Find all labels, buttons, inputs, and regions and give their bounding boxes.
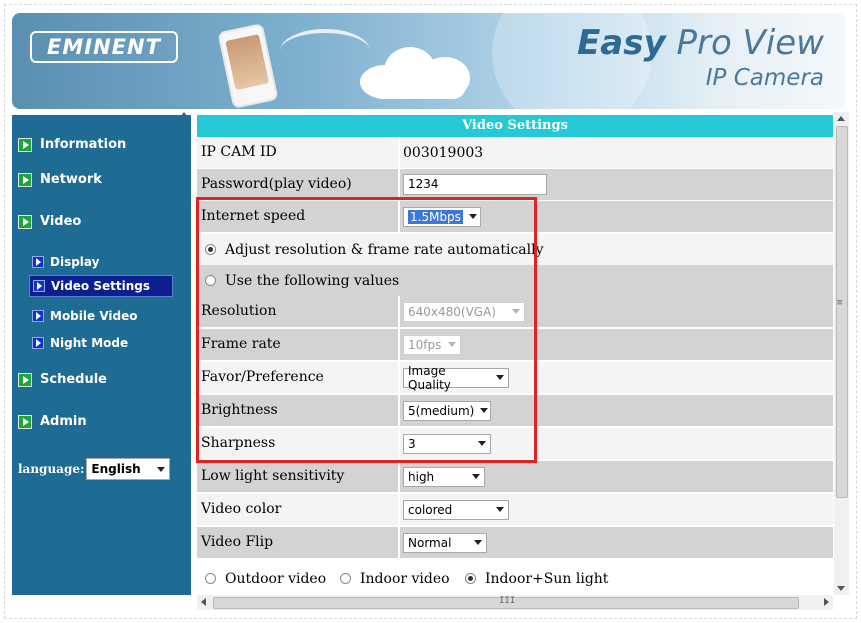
sidebar-subitem-night-mode[interactable]: Night Mode xyxy=(29,332,173,354)
row-password: Password(play video) 1234 xyxy=(197,169,833,200)
play-arrow-icon xyxy=(32,256,44,268)
ip-cam-id-value: 003019003 xyxy=(403,144,484,161)
video-color-select[interactable]: colored xyxy=(403,499,509,520)
chevron-down-icon xyxy=(468,214,477,219)
scroll-right-icon[interactable] xyxy=(824,598,829,606)
resolution-label: Resolution xyxy=(201,303,277,319)
brightness-select[interactable]: 5(medium) xyxy=(403,400,491,421)
language-select[interactable]: English xyxy=(86,458,171,480)
row-environment: Outdoor video Indoor video Indoor+Sun li… xyxy=(197,563,833,594)
row-sharpness: Sharpness 3 xyxy=(197,428,833,459)
browser-frame: EMINENT Easy Pro View IP Camera Informat… xyxy=(0,0,861,623)
row-resolution: Resolution 640x480(VGA) xyxy=(197,296,833,327)
scroll-up-icon[interactable] xyxy=(837,116,845,121)
manual-values-radio[interactable] xyxy=(205,275,216,286)
sharpness-label: Sharpness xyxy=(201,435,276,451)
chevron-down-icon xyxy=(472,474,480,479)
row-favor: Favor/Preference Image Quality xyxy=(197,362,833,393)
auto-adjust-label: Adjust resolution & frame rate automatic… xyxy=(225,241,544,258)
indoor-radio[interactable] xyxy=(340,573,351,584)
scroll-down-icon[interactable] xyxy=(837,586,845,591)
sidebar-subitem-display[interactable]: Display xyxy=(29,251,173,273)
sidebar-subitem-video-settings[interactable]: Video Settings xyxy=(29,275,173,297)
video-settings-panel: Video Settings IP CAM ID 003019003 Passw… xyxy=(197,115,833,595)
chevron-down-icon xyxy=(157,466,166,472)
sidebar-item-information[interactable]: Information xyxy=(18,137,126,152)
language-row: language: English xyxy=(18,458,171,480)
play-arrow-icon xyxy=(32,310,44,322)
smartphone-icon xyxy=(217,23,279,109)
sidebar: Information Network Video Display Video … xyxy=(12,115,191,595)
chevron-down-icon xyxy=(496,375,504,380)
frame-rate-select[interactable]: 10fps xyxy=(403,334,461,355)
auto-adjust-radio[interactable] xyxy=(205,244,216,255)
play-arrow-icon xyxy=(18,172,32,187)
ip-cam-id-label: IP CAM ID xyxy=(201,144,277,160)
eminent-logo: EMINENT xyxy=(30,31,178,63)
vertical-grip: ≡ xyxy=(837,298,843,308)
indoor-sun-label: Indoor+Sun light xyxy=(485,570,609,587)
play-arrow-icon xyxy=(18,214,32,229)
favor-select[interactable]: Image Quality xyxy=(403,364,509,392)
brightness-label: Brightness xyxy=(201,402,278,418)
vertical-scroll-thumb[interactable] xyxy=(836,126,848,498)
favor-label: Favor/Preference xyxy=(201,369,324,385)
panel-title: Video Settings xyxy=(197,115,833,137)
sharpness-select[interactable]: 3 xyxy=(403,433,491,454)
sidebar-item-network[interactable]: Network xyxy=(18,172,102,187)
row-internet-speed: Internet speed 1.5Mbps xyxy=(197,201,833,232)
chevron-down-icon xyxy=(478,441,486,446)
outdoor-label: Outdoor video xyxy=(225,570,327,587)
play-arrow-icon xyxy=(33,280,45,292)
internet-speed-label: Internet speed xyxy=(201,208,306,224)
chevron-down-icon xyxy=(480,408,489,413)
sidebar-item-admin[interactable]: Admin xyxy=(18,414,87,429)
video-flip-label: Video Flip xyxy=(201,534,274,550)
brand-subtitle: IP Camera xyxy=(705,65,824,91)
chevron-down-icon xyxy=(512,309,520,314)
header-banner: EMINENT Easy Pro View IP Camera xyxy=(12,13,846,109)
horizontal-scrollbar[interactable]: III xyxy=(197,595,833,610)
indoor-sun-radio[interactable] xyxy=(465,573,476,584)
play-arrow-icon xyxy=(32,337,44,349)
row-frame-rate: Frame rate 10fps xyxy=(197,329,833,360)
frame-rate-label: Frame rate xyxy=(201,336,281,352)
outdoor-radio[interactable] xyxy=(205,573,216,584)
sidebar-item-video[interactable]: Video xyxy=(18,214,81,229)
row-video-color: Video color colored xyxy=(197,494,833,525)
play-arrow-icon xyxy=(18,414,32,429)
indoor-label: Indoor video xyxy=(360,570,450,587)
resolution-select[interactable]: 640x480(VGA) xyxy=(403,301,525,322)
chevron-down-icon xyxy=(448,342,456,347)
play-arrow-icon xyxy=(18,372,32,387)
manual-values-label: Use the following values xyxy=(225,272,400,289)
sidebar-item-schedule[interactable]: Schedule xyxy=(18,372,107,387)
internet-speed-select[interactable]: 1.5Mbps xyxy=(403,206,481,227)
password-label: Password(play video) xyxy=(201,176,352,192)
sync-arrow-icon xyxy=(280,29,370,73)
password-input[interactable]: 1234 xyxy=(403,174,547,195)
video-flip-select[interactable]: Normal xyxy=(403,532,487,553)
row-low-light: Low light sensitivity high xyxy=(197,461,833,492)
row-ip-cam-id: IP CAM ID 003019003 xyxy=(197,137,833,168)
play-arrow-icon xyxy=(18,137,32,152)
cloud-icon xyxy=(360,43,472,99)
row-brightness: Brightness 5(medium) xyxy=(197,395,833,426)
row-manual-values: Use the following values xyxy=(197,265,833,296)
language-label: language: xyxy=(18,462,85,476)
horizontal-grip: III xyxy=(499,596,516,606)
scroll-left-icon[interactable] xyxy=(201,598,206,606)
low-light-select[interactable]: high xyxy=(403,466,485,487)
brand-title: Easy Pro View xyxy=(577,23,824,63)
low-light-label: Low light sensitivity xyxy=(201,468,345,484)
chevron-down-icon xyxy=(474,540,482,545)
vertical-scrollbar[interactable]: ≡ xyxy=(834,112,849,595)
row-video-flip: Video Flip Normal xyxy=(197,527,833,558)
row-auto-adjust: Adjust resolution & frame rate automatic… xyxy=(197,234,833,265)
chevron-down-icon xyxy=(496,507,504,512)
sidebar-subitem-mobile-video[interactable]: Mobile Video xyxy=(29,305,173,327)
video-color-label: Video color xyxy=(201,501,282,517)
